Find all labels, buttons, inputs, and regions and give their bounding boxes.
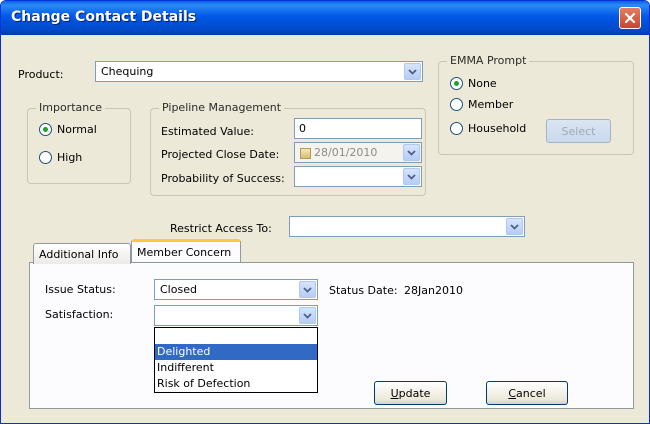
window-title: Change Contact Details [11,9,197,25]
close-button[interactable] [619,7,641,29]
chevron-down-icon [407,173,416,180]
restrict-access-dropdown-button[interactable] [506,218,523,235]
emma-option-none-label: None [468,77,497,90]
update-button-mnemonic: U [390,386,399,400]
chevron-down-icon [408,68,417,75]
product-value: Chequing [101,65,154,78]
calendar-icon [300,147,311,159]
emma-radio-none[interactable]: None [450,77,497,90]
importance-option-normal-label: Normal [57,123,97,136]
close-date-picker[interactable]: 28/01/2010 [294,142,422,163]
product-label: Product: [18,68,64,81]
radio-circle [450,77,463,90]
importance-legend: Importance [36,101,106,114]
satisfaction-option-risk-of-defection[interactable]: Risk of Defection [155,376,317,392]
estimated-value-text: 0 [299,122,306,135]
close-icon [624,12,636,24]
issue-status-label: Issue Status: [45,283,116,296]
close-date-value: 28/01/2010 [300,146,377,159]
probability-dropdown-button[interactable] [403,168,420,185]
status-date-value: 28Jan2010 [404,284,463,297]
radio-dot [454,81,459,86]
update-button-label: pdate [398,386,431,400]
radio-circle [450,122,463,135]
satisfaction-option-blank[interactable] [155,328,317,344]
tab-additional-info[interactable]: Additional Info [33,243,131,264]
satisfaction-dropdown-list: Delighted Indifferent Risk of Defection [154,327,318,393]
importance-group: Importance [27,101,131,184]
pipeline-legend: Pipeline Management [159,101,285,114]
estimated-value-input[interactable]: 0 [294,118,422,139]
cancel-button-mnemonic: C [508,386,517,400]
status-date-label: Status Date: [329,284,398,297]
radio-circle [450,98,463,111]
issue-status-dropdown-button[interactable] [299,281,316,298]
emma-radio-member[interactable]: Member [450,98,513,111]
radio-circle [39,123,52,136]
emma-option-member-label: Member [468,98,514,111]
close-date-text: 28/01/2010 [314,146,378,159]
chevron-down-icon [303,312,312,319]
close-date-label: Projected Close Date: [161,148,280,161]
close-date-dropdown-button[interactable] [403,144,420,161]
satisfaction-label: Satisfaction: [45,308,114,321]
chevron-down-icon [510,223,519,230]
product-combo[interactable]: Chequing [95,61,423,82]
dialog-body: Product: Chequing EMMA Prompt None Membe… [9,35,641,417]
update-button[interactable]: Update [374,381,447,405]
issue-status-value: Closed [160,283,197,296]
satisfaction-option-indifferent[interactable]: Indifferent [155,360,317,376]
radio-dot [43,127,48,132]
chevron-down-icon [303,286,312,293]
emma-prompt-legend: EMMA Prompt [447,54,530,67]
satisfaction-dropdown-button[interactable] [299,307,316,324]
issue-status-combo[interactable]: Closed [154,279,318,300]
probability-combo[interactable] [294,166,422,187]
satisfaction-option-delighted[interactable]: Delighted [155,344,317,360]
restrict-access-label: Restrict Access To: [170,222,272,235]
emma-option-household-label: Household [468,122,527,135]
dialog-window: Change Contact Details Product: Chequing… [0,0,650,424]
chevron-down-icon [407,149,416,156]
cancel-button[interactable]: Cancel [486,381,568,405]
satisfaction-combo[interactable] [154,305,318,326]
radio-circle [39,151,52,164]
importance-option-high-label: High [57,151,83,164]
select-button[interactable]: Select [546,119,611,143]
probability-label: Probability of Success: [161,172,285,185]
tab-member-concern[interactable]: Member Concern [131,239,241,262]
title-bar[interactable]: Change Contact Details [1,1,649,35]
emma-radio-household[interactable]: Household [450,122,526,135]
product-dropdown-button[interactable] [404,63,421,80]
cancel-button-label: ancel [516,386,546,400]
estimated-value-label: Estimated Value: [161,125,254,138]
importance-radio-normal[interactable]: Normal [39,123,97,136]
importance-radio-high[interactable]: High [39,151,82,164]
restrict-access-combo[interactable] [289,216,525,237]
